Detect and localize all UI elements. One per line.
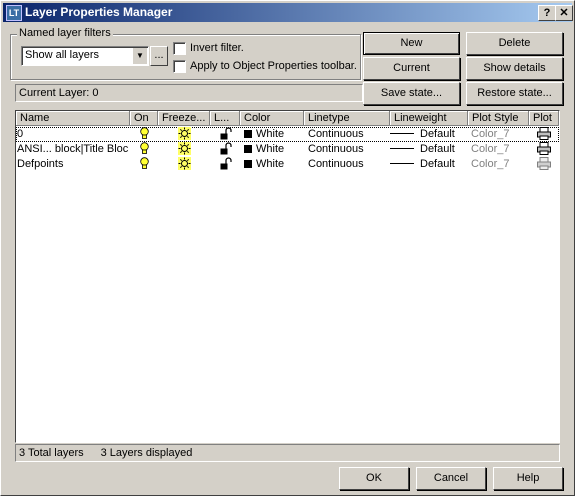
layer-row[interactable]: Defpoints White Continuous Default Color… — [16, 157, 559, 172]
window-title: Layer Properties Manager — [25, 5, 173, 19]
lightbulb-icon[interactable] — [139, 142, 153, 157]
current-button[interactable]: Current — [363, 57, 460, 80]
layer-filter-value: Show all layers — [25, 49, 99, 61]
column-header-plot[interactable]: Plot — [529, 111, 559, 126]
layer-filter-dropdown[interactable]: Show all layers ▼ — [21, 46, 149, 66]
chevron-down-icon[interactable]: ▼ — [132, 48, 147, 64]
layer-color[interactable]: White — [244, 127, 304, 142]
help-button[interactable]: Help — [493, 467, 563, 490]
layer-lineweight-label: Default — [420, 128, 455, 140]
close-button[interactable]: ✕ — [555, 5, 573, 21]
layer-plot-style: Color_7 — [471, 158, 510, 170]
layer-color[interactable]: White — [244, 142, 304, 157]
lightbulb-icon[interactable] — [139, 157, 153, 172]
lineweight-sample — [390, 148, 414, 149]
lightbulb-icon[interactable] — [139, 127, 153, 142]
layer-list[interactable]: Name On Freeze... L... Color Linetype Li… — [15, 110, 560, 443]
column-header-color[interactable]: Color — [240, 111, 304, 126]
invert-filter-checkbox[interactable] — [173, 42, 186, 55]
printer-icon[interactable] — [537, 127, 553, 142]
restore-state-button[interactable]: Restore state... — [466, 82, 563, 105]
column-header-plot-style[interactable]: Plot Style — [468, 111, 529, 126]
named-layer-filters-label: Named layer filters — [17, 27, 113, 39]
apply-toolbar-label: Apply to Object Properties toolbar. — [190, 60, 357, 72]
sun-icon[interactable] — [178, 127, 192, 142]
layer-plot-style: Color_7 — [471, 143, 510, 155]
layer-color-label: White — [256, 128, 285, 140]
unlocked-padlock-icon[interactable] — [219, 127, 233, 142]
invert-filter-label: Invert filter. — [190, 42, 244, 54]
layer-lineweight[interactable]: Default — [390, 157, 468, 172]
layer-lineweight[interactable]: Default — [390, 127, 468, 142]
layer-color-label: White — [256, 158, 285, 170]
layers-displayed-count: 3 Layers displayed — [100, 447, 193, 459]
layer-lineweight-label: Default — [420, 158, 455, 170]
unlocked-padlock-icon[interactable] — [219, 142, 233, 157]
layer-manager-app-icon: LT — [6, 5, 22, 21]
layer-plot-style: Color_7 — [471, 128, 510, 140]
save-state-button[interactable]: Save state... — [363, 82, 460, 105]
filter-browse-button[interactable]: ... — [150, 46, 168, 66]
lineweight-sample — [390, 163, 414, 164]
status-bar: 3 Total layers 3 Layers displayed — [15, 444, 560, 462]
unlocked-padlock-icon[interactable] — [219, 157, 233, 172]
layer-name[interactable]: 0 — [17, 127, 129, 142]
show-details-button[interactable]: Show details — [466, 57, 563, 80]
layer-row[interactable]: 0 White Continuous Default Color_7 — [16, 127, 559, 142]
column-header-on[interactable]: On — [130, 111, 158, 126]
layer-color-label: White — [256, 143, 285, 155]
layer-lineweight-label: Default — [420, 143, 455, 155]
layer-properties-window: LT Layer Properties Manager ? ✕ Named la… — [0, 0, 575, 496]
layer-color[interactable]: White — [244, 157, 304, 172]
layer-name[interactable]: Defpoints — [17, 157, 129, 172]
apply-toolbar-checkbox[interactable] — [173, 60, 186, 73]
layer-name[interactable]: ANSI... block|Title Block — [17, 142, 129, 157]
layer-linetype[interactable]: Continuous — [308, 142, 390, 157]
current-layer-display: Current Layer: 0 — [15, 84, 363, 102]
cancel-button[interactable]: Cancel — [416, 467, 486, 490]
layer-lineweight[interactable]: Default — [390, 142, 468, 157]
column-header-name[interactable]: Name — [16, 111, 130, 126]
sun-icon[interactable] — [178, 142, 192, 157]
column-header-lineweight[interactable]: Lineweight — [390, 111, 468, 126]
color-swatch — [244, 130, 252, 138]
color-swatch — [244, 145, 252, 153]
column-header-lock[interactable]: L... — [210, 111, 240, 126]
layer-linetype[interactable]: Continuous — [308, 157, 390, 172]
column-header-freeze[interactable]: Freeze... — [158, 111, 210, 126]
delete-button[interactable]: Delete — [466, 32, 563, 55]
new-button[interactable]: New — [363, 32, 460, 55]
help-title-button[interactable]: ? — [538, 5, 556, 21]
layer-linetype[interactable]: Continuous — [308, 127, 390, 142]
layer-row[interactable]: ANSI... block|Title Block White Continuo… — [16, 142, 559, 157]
color-swatch — [244, 160, 252, 168]
total-layers-count: 3 Total layers — [19, 447, 84, 459]
ok-button[interactable]: OK — [339, 467, 409, 490]
sun-icon[interactable] — [178, 157, 192, 172]
column-header-linetype[interactable]: Linetype — [304, 111, 390, 126]
lineweight-sample — [390, 133, 414, 134]
title-bar[interactable]: LT Layer Properties Manager ? ✕ — [3, 3, 573, 22]
printer-icon[interactable] — [537, 157, 553, 172]
printer-icon[interactable] — [537, 142, 553, 157]
